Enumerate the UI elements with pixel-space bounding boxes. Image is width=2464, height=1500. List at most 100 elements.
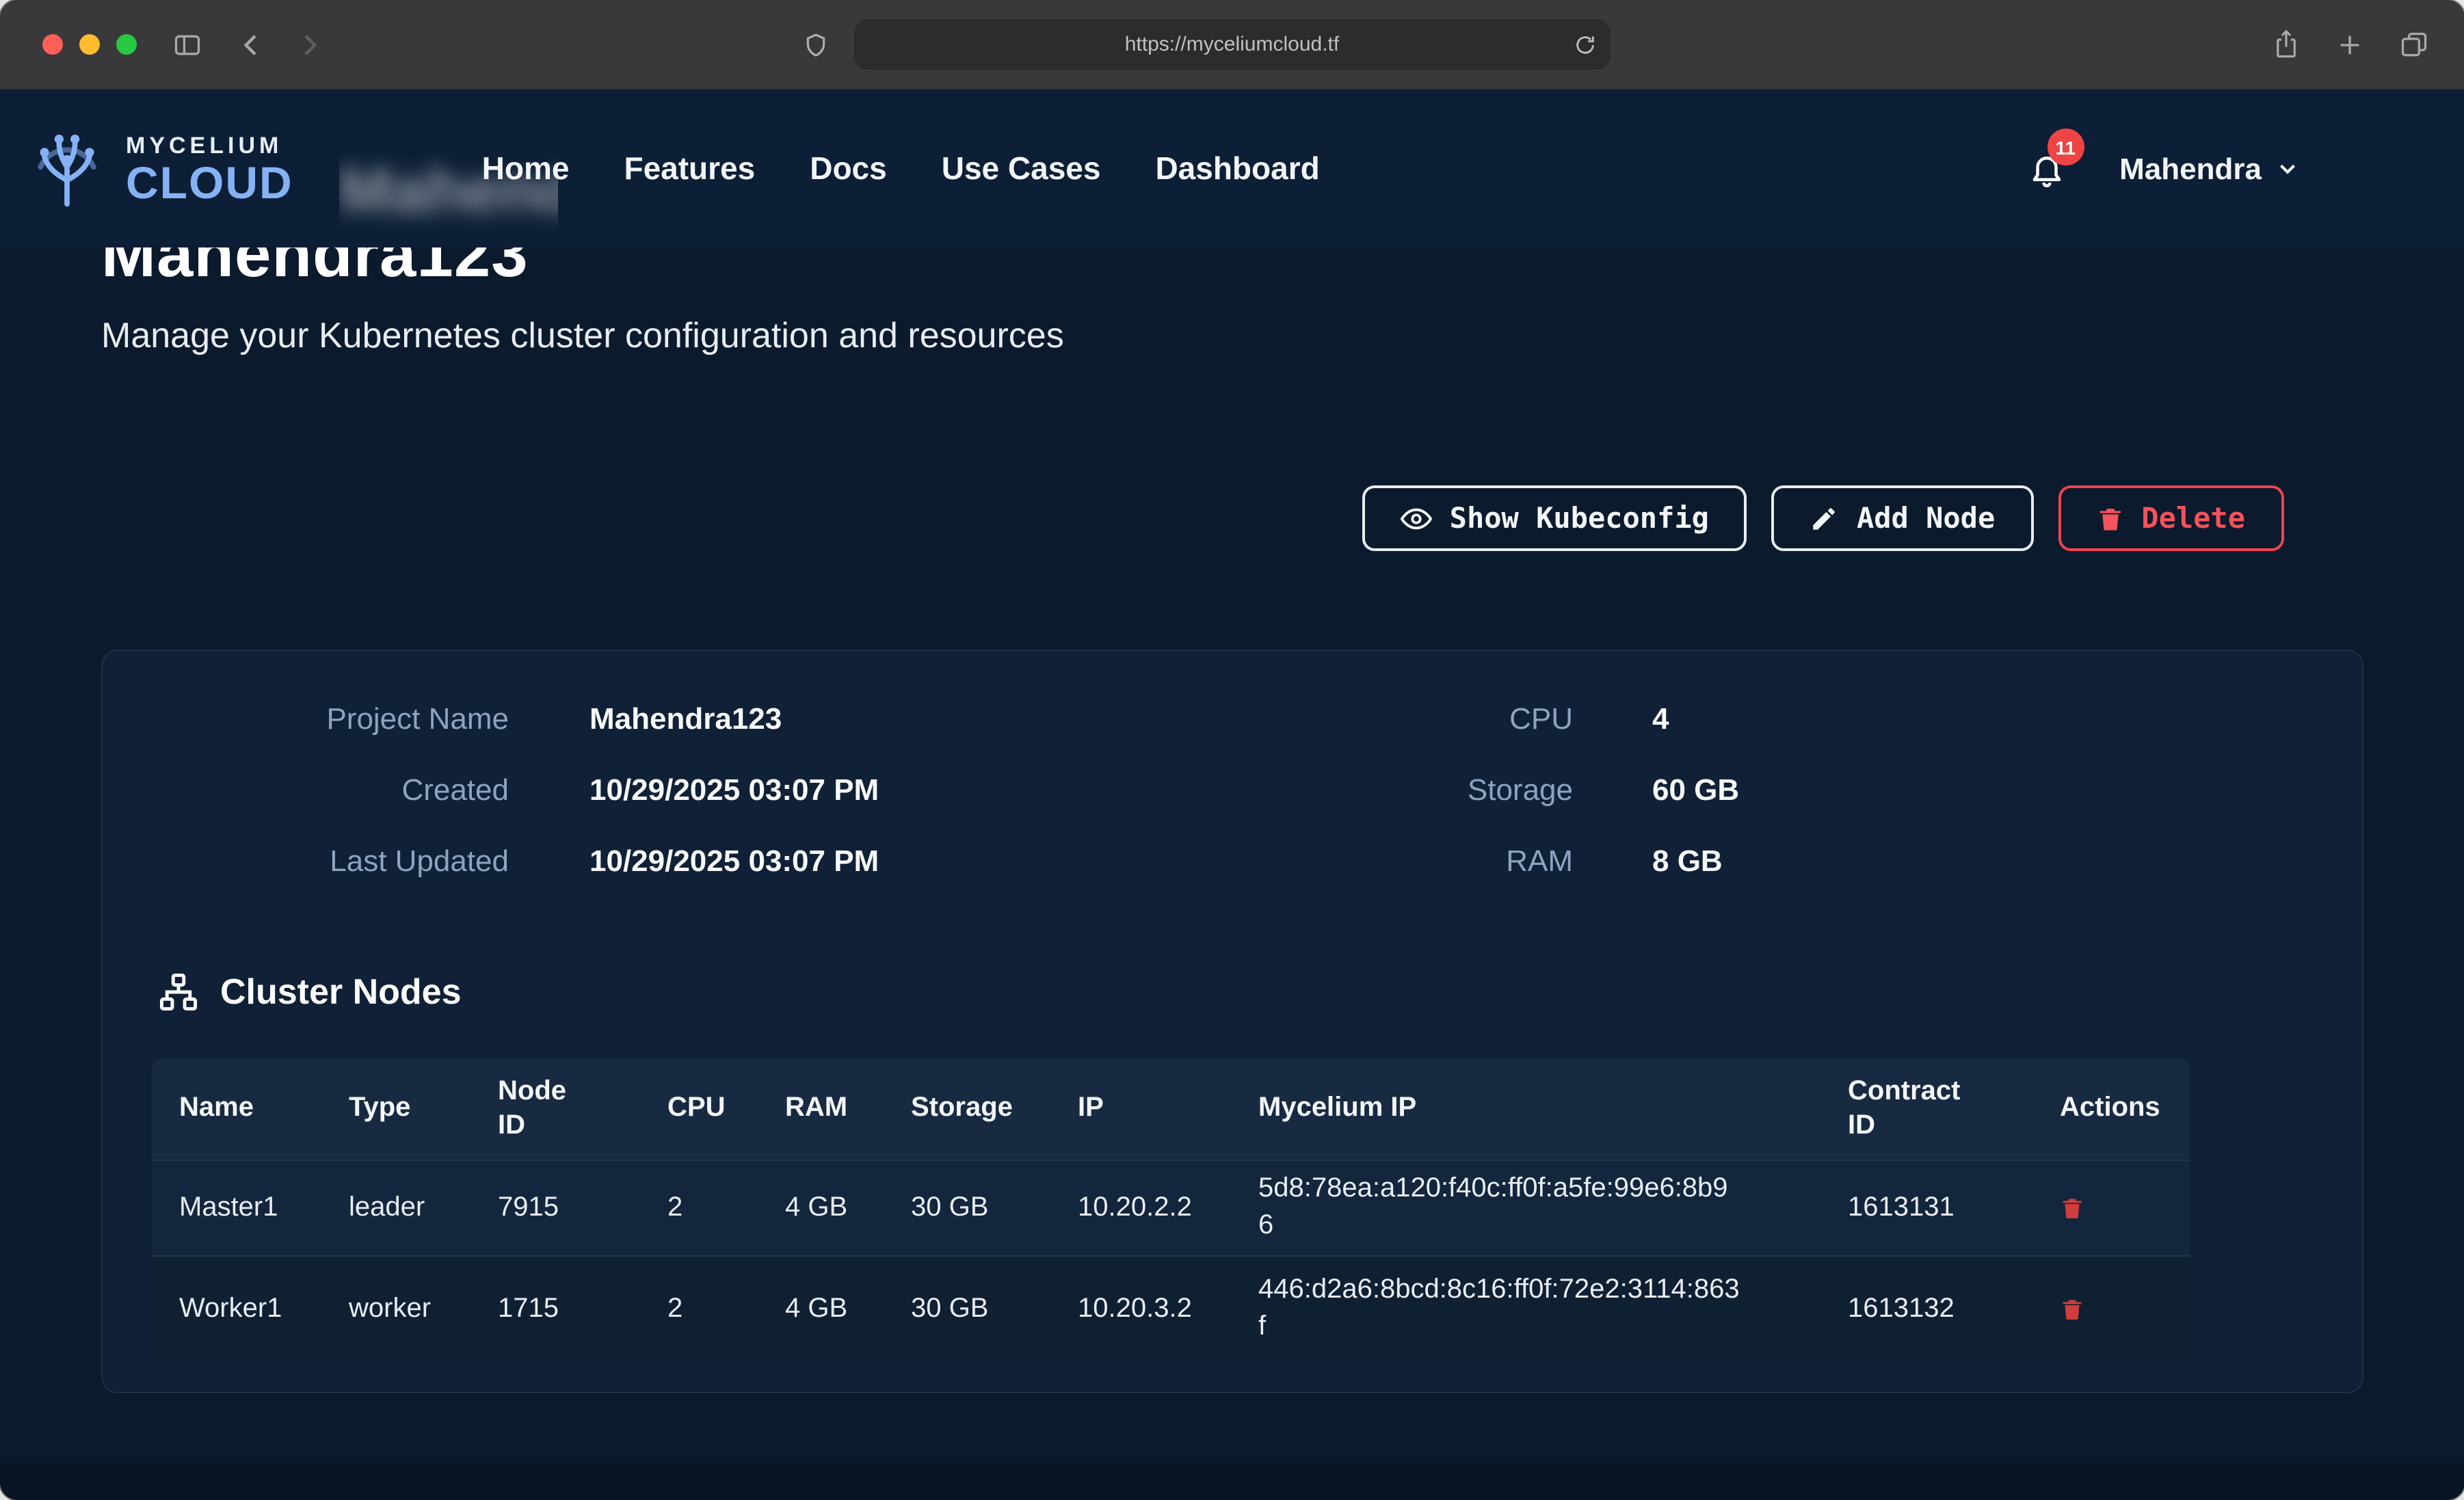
site-navbar: Mahendra123 bbox=[0, 90, 2464, 247]
browser-window: https://myceliumcloud.tf Mahendra123 bbox=[0, 0, 2464, 1500]
col-mycelium-ip: Mycelium IP bbox=[1231, 1058, 1820, 1160]
chevron-down-icon bbox=[2274, 156, 2300, 182]
new-tab-icon[interactable] bbox=[2335, 31, 2363, 58]
cluster-actions: Show Kubeconfig Add Node Delete bbox=[101, 485, 2363, 551]
brand-line2: CLOUD bbox=[126, 159, 293, 204]
table-row: Worker1 worker 1715 2 4 GB 30 GB 10.20.3… bbox=[152, 1255, 2190, 1362]
user-menu[interactable]: Mahendra bbox=[2119, 151, 2300, 187]
table-row: Master1 leader 7915 2 4 GB 30 GB 10.20.2… bbox=[152, 1160, 2190, 1255]
nav-right: 11 Mahendra bbox=[2028, 150, 2300, 187]
cell-mycelium-ip: 5d8:78ea:a120:f40c:ff0f:a5fe:99e6:8b96 bbox=[1231, 1160, 1820, 1255]
zoom-window-button[interactable] bbox=[116, 34, 137, 55]
info-row: Created 10/29/2025 03:07 PM Storage 60 G… bbox=[157, 770, 2307, 811]
cell-name: Worker1 bbox=[152, 1255, 321, 1362]
info-label: Created bbox=[157, 773, 509, 808]
close-window-button[interactable] bbox=[42, 34, 63, 55]
col-name: Name bbox=[152, 1058, 321, 1160]
info-row: Project Name Mahendra123 CPU 4 bbox=[157, 699, 2307, 740]
cell-mycelium-ip: 446:d2a6:8bcd:8c16:ff0f:72e2:3114:863f bbox=[1231, 1255, 1820, 1362]
brand-line1: MYCELIUM bbox=[126, 133, 293, 157]
reload-icon[interactable] bbox=[1574, 33, 1597, 56]
cluster-nodes-header: Cluster Nodes bbox=[157, 971, 2307, 1013]
web-page: Mahendra123 bbox=[0, 90, 2464, 1500]
page-footer bbox=[0, 1463, 2464, 1500]
cell-storage: 30 GB bbox=[884, 1160, 1050, 1255]
info-value: 10/29/2025 03:07 PM bbox=[589, 773, 1354, 808]
share-icon[interactable] bbox=[2271, 29, 2300, 60]
cell-cpu: 2 bbox=[640, 1255, 758, 1362]
privacy-shield-icon[interactable] bbox=[802, 31, 830, 58]
mycelium-logo-icon bbox=[25, 126, 109, 211]
cell-name: Master1 bbox=[152, 1160, 321, 1255]
cell-node-id: 1715 bbox=[471, 1255, 640, 1362]
info-value: 60 GB bbox=[1652, 773, 2307, 808]
cell-actions bbox=[2032, 1160, 2190, 1255]
delete-cluster-button[interactable]: Delete bbox=[2058, 485, 2283, 551]
cell-contract-id: 1613131 bbox=[1820, 1160, 2032, 1255]
browser-chrome: https://myceliumcloud.tf bbox=[0, 0, 2464, 90]
col-ip: IP bbox=[1050, 1058, 1231, 1160]
table-header-row: Name Type Node ID CPU RAM Storage IP Myc… bbox=[152, 1058, 2190, 1160]
address-bar[interactable]: https://myceliumcloud.tf bbox=[854, 19, 1611, 70]
col-storage: Storage bbox=[884, 1058, 1050, 1160]
minimize-window-button[interactable] bbox=[79, 34, 100, 55]
nav-item-features[interactable]: Features bbox=[624, 150, 755, 187]
col-cpu: CPU bbox=[640, 1058, 758, 1160]
url-text: https://myceliumcloud.tf bbox=[1125, 33, 1339, 56]
nav-item-dashboard[interactable]: Dashboard bbox=[1155, 150, 1319, 187]
info-value: Mahendra123 bbox=[589, 701, 1354, 737]
cell-contract-id: 1613132 bbox=[1820, 1255, 2032, 1362]
notifications-button[interactable]: 11 bbox=[2028, 150, 2065, 187]
tab-overview-icon[interactable] bbox=[2398, 29, 2428, 59]
back-icon[interactable] bbox=[238, 31, 265, 58]
cell-ram: 4 GB bbox=[758, 1160, 884, 1255]
forward-icon[interactable] bbox=[295, 31, 323, 58]
cell-ip: 10.20.3.2 bbox=[1050, 1255, 1231, 1362]
brand-logo[interactable]: MYCELIUM CLOUD bbox=[25, 126, 293, 211]
hierarchy-icon bbox=[157, 971, 200, 1013]
cell-actions bbox=[2032, 1255, 2190, 1362]
cell-ram: 4 GB bbox=[758, 1255, 884, 1362]
nav-item-use-cases[interactable]: Use Cases bbox=[942, 150, 1101, 187]
cell-storage: 30 GB bbox=[884, 1255, 1050, 1362]
sidebar-toggle-icon[interactable] bbox=[172, 29, 202, 59]
delete-node-button[interactable] bbox=[2060, 1194, 2084, 1220]
nav-item-home[interactable]: Home bbox=[482, 150, 570, 187]
brand-text: MYCELIUM CLOUD bbox=[126, 133, 293, 204]
col-node-id: Node ID bbox=[471, 1058, 640, 1160]
col-ram: RAM bbox=[758, 1058, 884, 1160]
stage: https://myceliumcloud.tf Mahendra123 bbox=[0, 0, 2464, 1500]
pencil-icon bbox=[1810, 504, 1839, 533]
trash-icon bbox=[2060, 1296, 2084, 1322]
main-content: Mahendra123 Manage your Kubernetes clust… bbox=[0, 217, 2464, 1393]
notification-badge: 11 bbox=[2047, 129, 2084, 165]
chrome-right-controls bbox=[2271, 29, 2428, 60]
info-label: Storage bbox=[1354, 773, 1573, 808]
nav-links: Home Features Docs Use Cases Dashboard bbox=[482, 150, 1320, 187]
cell-node-id: 7915 bbox=[471, 1160, 640, 1255]
cell-type: leader bbox=[321, 1160, 471, 1255]
cell-type: worker bbox=[321, 1255, 471, 1362]
show-kubeconfig-button[interactable]: Show Kubeconfig bbox=[1362, 485, 1747, 551]
cluster-details-card: Project Name Mahendra123 CPU 4 Created 1… bbox=[101, 649, 2363, 1393]
info-value: 10/29/2025 03:07 PM bbox=[589, 844, 1354, 879]
info-value: 8 GB bbox=[1652, 844, 2307, 879]
add-node-button[interactable]: Add Node bbox=[1772, 485, 2033, 551]
nav-item-docs[interactable]: Docs bbox=[810, 150, 887, 187]
info-label: RAM bbox=[1354, 844, 1573, 879]
info-row: Last Updated 10/29/2025 03:07 PM RAM 8 G… bbox=[157, 841, 2307, 882]
trash-icon bbox=[2096, 504, 2123, 533]
nodes-table: Name Type Node ID CPU RAM Storage IP Myc… bbox=[152, 1058, 2190, 1362]
info-label: Last Updated bbox=[157, 844, 509, 879]
delete-node-button[interactable] bbox=[2060, 1296, 2084, 1322]
info-label: CPU bbox=[1354, 701, 1573, 737]
info-value: 4 bbox=[1652, 701, 2307, 737]
col-type: Type bbox=[321, 1058, 471, 1160]
page-subtitle: Manage your Kubernetes cluster configura… bbox=[101, 314, 2363, 357]
cell-ip: 10.20.2.2 bbox=[1050, 1160, 1231, 1255]
info-label: Project Name bbox=[157, 701, 509, 737]
cluster-nodes-title: Cluster Nodes bbox=[220, 971, 462, 1013]
eye-icon bbox=[1401, 503, 1432, 534]
cell-cpu: 2 bbox=[640, 1160, 758, 1255]
traffic-lights bbox=[42, 34, 137, 55]
